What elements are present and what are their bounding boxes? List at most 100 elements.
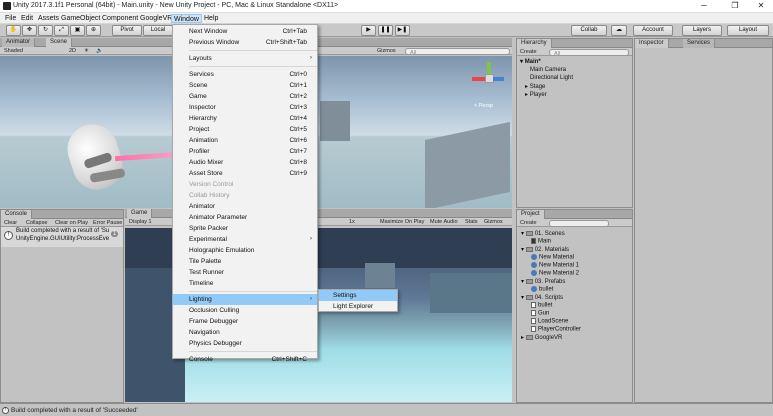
menu-item-audio-mixer[interactable]: Audio Mixer Ctrl+8 [173, 157, 317, 168]
menu-item-experimental[interactable]: Experimental › [173, 234, 317, 245]
hierarchy-scene[interactable]: ▾ Main* [520, 58, 541, 65]
project-item[interactable]: LoadScene [531, 318, 568, 325]
pivot-button[interactable]: Pivot [112, 25, 142, 36]
project-item[interactable]: ▸ GoogleVR [521, 334, 562, 341]
menu-item-services[interactable]: Services Ctrl+0 [173, 69, 317, 80]
rect-tool-button[interactable]: ▣ [70, 25, 85, 36]
console-clear-on-play-button[interactable]: Clear on Play [55, 219, 88, 227]
menu-item-scene[interactable]: Scene Ctrl+1 [173, 80, 317, 91]
menu-item-settings[interactable]: Settings [319, 290, 397, 301]
tab-hierarchy[interactable]: Hierarchy [517, 39, 552, 48]
project-item[interactable]: New Material 2 [531, 270, 579, 277]
menu-file[interactable]: File [3, 14, 18, 23]
hierarchy-search-input[interactable]: All [549, 48, 629, 57]
tab-animator[interactable]: Animator [2, 38, 36, 47]
project-item[interactable]: Main [531, 238, 551, 245]
project-item[interactable]: ▾ 04. Scripts [521, 294, 563, 301]
menu-gameobject[interactable]: GameObject [59, 14, 102, 23]
cloud-button[interactable]: ☁ [611, 25, 627, 36]
hierarchy-item[interactable]: Directional Light [530, 75, 573, 81]
project-item[interactable]: New Material [531, 254, 574, 261]
project-item[interactable]: ▾ 01. Scenes [521, 230, 565, 237]
project-item[interactable]: Gun [531, 310, 549, 317]
audio-toggle-icon[interactable]: 🔈 [96, 47, 103, 55]
menu-item-occlusion-culling[interactable]: Occlusion Culling [173, 305, 317, 316]
console-error-pause-button[interactable]: Error Pause [93, 219, 122, 227]
rotate-tool-button[interactable]: ↻ [38, 25, 53, 36]
layout-dropdown[interactable]: Layout [727, 25, 769, 36]
menu-item-lighting[interactable]: Lighting › [173, 294, 317, 305]
menu-item-light-explorer[interactable]: Light Explorer [319, 301, 397, 312]
display-dropdown[interactable]: Display 1 [129, 218, 152, 226]
menu-item-holographic-emulation[interactable]: Holographic Emulation [173, 245, 317, 256]
mute-audio-toggle[interactable]: Mute Audio [430, 218, 458, 226]
menu-item-timeline[interactable]: Timeline [173, 278, 317, 289]
move-tool-button[interactable]: ✥ [22, 25, 37, 36]
menu-item-profiler[interactable]: Profiler Ctrl+7 [173, 146, 317, 157]
hierarchy-create-button[interactable]: Create [520, 48, 537, 56]
stats-toggle[interactable]: Stats [465, 218, 478, 226]
menu-item-animator-parameter[interactable]: Animator Parameter [173, 212, 317, 223]
transform-tool-button[interactable]: ⊕ [86, 25, 101, 36]
persp-label[interactable]: < Persp [474, 103, 493, 109]
tab-inspector[interactable]: Inspector [635, 39, 669, 48]
project-item[interactable]: ▾ 03. Prefabs [521, 278, 565, 285]
shaded-dropdown[interactable]: Shaded [4, 47, 23, 55]
console-clear-button[interactable]: Clear [4, 219, 17, 227]
tab-game[interactable]: Game [127, 209, 153, 218]
menu-item-navigation[interactable]: Navigation [173, 327, 317, 338]
menu-assets[interactable]: Assets [36, 14, 61, 23]
menu-item-hierarchy[interactable]: Hierarchy Ctrl+4 [173, 113, 317, 124]
project-create-button[interactable]: Create [520, 219, 537, 227]
menu-item-test-runner[interactable]: Test Runner [173, 267, 317, 278]
menu-item-asset-store[interactable]: Asset Store Ctrl+9 [173, 168, 317, 179]
project-item[interactable]: New Material 1 [531, 262, 579, 269]
scale-tool-button[interactable]: ⤢ [54, 25, 69, 36]
menu-googlevr[interactable]: GoogleVR [138, 14, 174, 23]
play-button[interactable]: ▶ [361, 25, 376, 36]
account-button[interactable]: Account [633, 25, 673, 36]
collab-button[interactable]: Collab [571, 25, 607, 36]
menu-item-tile-palette[interactable]: Tile Palette [173, 256, 317, 267]
menu-item-game[interactable]: Game Ctrl+2 [173, 91, 317, 102]
tab-services[interactable]: Services [683, 39, 716, 48]
menu-item-sprite-packer[interactable]: Sprite Packer [173, 223, 317, 234]
menu-edit[interactable]: Edit [19, 14, 35, 23]
menu-item-physics-debugger[interactable]: Physics Debugger [173, 338, 317, 349]
tab-console[interactable]: Console [1, 210, 33, 219]
menu-item-console[interactable]: Console Ctrl+Shift+C [173, 354, 317, 365]
local-button[interactable]: Local [143, 25, 173, 36]
project-item[interactable]: bullet [531, 302, 552, 309]
minimize-button[interactable]: ─ [691, 0, 717, 12]
layers-dropdown[interactable]: Layers [682, 25, 722, 36]
menu-item-next-window[interactable]: Next Window Ctrl+Tab [173, 26, 317, 37]
light-toggle-icon[interactable]: ☀ [84, 47, 89, 55]
project-item[interactable]: bullet [531, 286, 553, 293]
menu-item-animation[interactable]: Animation Ctrl+6 [173, 135, 317, 146]
console-log-entry[interactable]: ! Build completed with a result of 'Su U… [1, 227, 123, 247]
maximize-on-play-toggle[interactable]: Maximize On Play [380, 218, 424, 226]
maximize-button[interactable]: ❐ [722, 0, 748, 12]
menu-help[interactable]: Help [202, 14, 220, 23]
menu-item-animator[interactable]: Animator [173, 201, 317, 212]
hierarchy-item[interactable]: ▸ Player [525, 91, 547, 98]
menu-item-frame-debugger[interactable]: Frame Debugger [173, 316, 317, 327]
menu-item-layouts[interactable]: Layouts › [173, 53, 317, 64]
project-item[interactable]: PlayerController [531, 326, 581, 333]
menu-item-previous-window[interactable]: Previous Window Ctrl+Shift+Tab [173, 37, 317, 48]
gizmos-dropdown[interactable]: Gizmos [377, 47, 396, 55]
game-gizmos-dropdown[interactable]: Gizmos [484, 218, 503, 226]
menu-item-inspector[interactable]: Inspector Ctrl+3 [173, 102, 317, 113]
step-button[interactable]: ▶❚ [395, 25, 410, 36]
tab-scene[interactable]: Scene [46, 38, 73, 47]
menu-component[interactable]: Component [100, 14, 140, 23]
project-search-input[interactable] [549, 219, 609, 227]
menu-item-project[interactable]: Project Ctrl+5 [173, 124, 317, 135]
scene-gizmo[interactable] [472, 62, 506, 96]
console-collapse-button[interactable]: Collapse [26, 219, 47, 227]
menu-window[interactable]: Window [171, 14, 202, 23]
pause-button[interactable]: ❚❚ [378, 25, 393, 36]
project-item[interactable]: ▾ 02. Materials [521, 246, 569, 253]
hand-tool-button[interactable]: ✋ [6, 25, 21, 36]
hierarchy-item[interactable]: ▸ Stage [525, 83, 545, 90]
